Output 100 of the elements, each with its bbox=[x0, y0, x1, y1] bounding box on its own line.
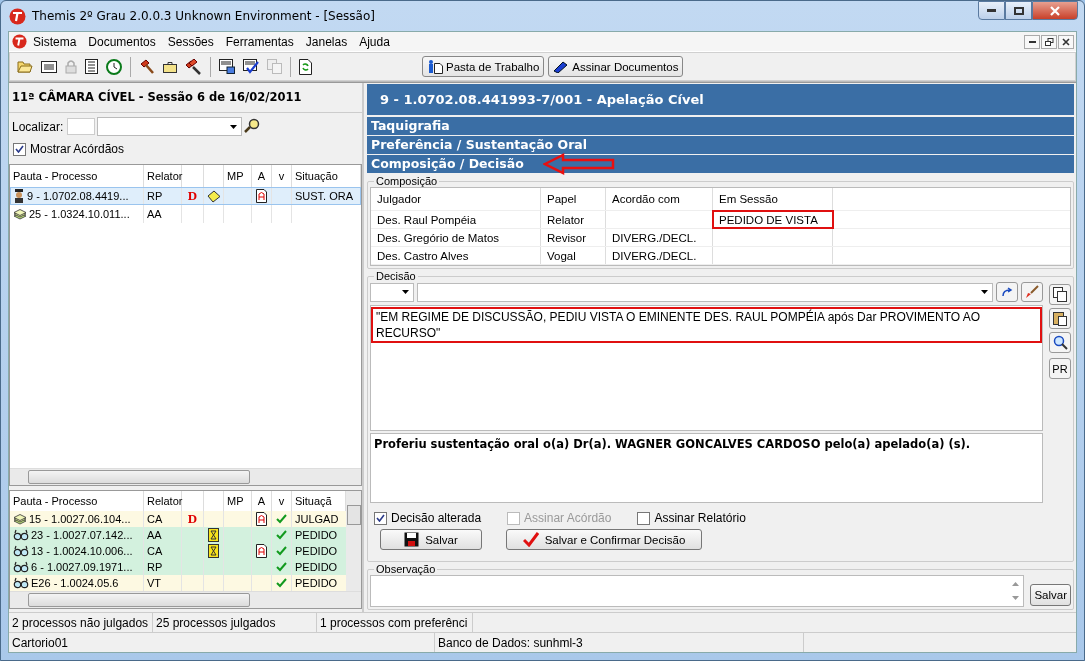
table-cell: DIVERG./DECL. bbox=[612, 231, 697, 244]
table-cell: E26 - 1.0024.05.6 bbox=[31, 577, 119, 589]
table-cell: VT bbox=[147, 577, 162, 589]
table-cell: Relator bbox=[547, 213, 585, 226]
table-cell: PEDIDO DE VISTA bbox=[719, 213, 818, 226]
workfolder-button[interactable]: Pasta de Trabalho bbox=[422, 56, 545, 77]
briefcase-icon[interactable] bbox=[163, 60, 177, 73]
close-button[interactable] bbox=[1058, 34, 1074, 49]
menu-item[interactable]: Documentos bbox=[82, 34, 162, 49]
horizontal-scrollbar[interactable] bbox=[10, 468, 361, 485]
magnifier-icon bbox=[1052, 335, 1068, 350]
menu-item[interactable]: Ajuda bbox=[353, 34, 396, 49]
horizontal-scrollbar[interactable] bbox=[10, 591, 361, 608]
paste-icon bbox=[1053, 311, 1067, 326]
close-icon bbox=[1062, 37, 1070, 46]
refresh-document-icon[interactable] bbox=[299, 58, 312, 75]
column-header[interactable]: Acordão com bbox=[606, 188, 713, 210]
menu-item[interactable]: Ferramentas bbox=[219, 34, 300, 49]
pen-icon bbox=[553, 60, 570, 73]
column-header[interactable]: Papel bbox=[541, 188, 606, 210]
table-cell: RP bbox=[147, 561, 163, 573]
table-row[interactable]: 15 - 1.0027.06.104... CA D JULGAD bbox=[10, 511, 346, 527]
restore-icon bbox=[1044, 37, 1054, 46]
annotation-arrow bbox=[543, 153, 615, 175]
menu-item[interactable]: Sessões bbox=[161, 34, 220, 49]
section-header[interactable]: Composição / Decisão bbox=[367, 155, 1074, 173]
table-cell: RP bbox=[147, 190, 163, 202]
table-row[interactable]: E26 - 1.0024.05.6 VT PEDIDO bbox=[10, 575, 346, 591]
column-header[interactable]: Julgador bbox=[371, 188, 541, 210]
checkbox[interactable] bbox=[374, 511, 387, 525]
search-icon[interactable] bbox=[244, 118, 262, 135]
dropdown-caret-icon bbox=[230, 124, 238, 129]
minimize-icon bbox=[1028, 40, 1036, 43]
table-row[interactable]: 6 - 1.0027.09.1971... RP PEDIDO bbox=[10, 559, 346, 575]
glasses-icon bbox=[13, 545, 29, 557]
checkbox-label: Decisão alterada bbox=[391, 511, 482, 525]
save-button[interactable]: Salvar bbox=[1030, 584, 1071, 606]
d-mark: D bbox=[187, 511, 198, 527]
folder-icon[interactable] bbox=[17, 59, 33, 74]
copy-icon bbox=[1053, 287, 1067, 302]
search-prefix-field[interactable] bbox=[67, 118, 96, 135]
maximize-icon bbox=[1013, 6, 1024, 15]
clock-icon[interactable] bbox=[106, 58, 122, 75]
checklist-icon[interactable] bbox=[243, 58, 259, 75]
copy-button[interactable] bbox=[1049, 284, 1071, 305]
table-row[interactable]: 23 - 1.0027.07.142... AA PEDIDO bbox=[10, 527, 346, 543]
list-icon[interactable] bbox=[85, 59, 98, 74]
calendar-window-icon[interactable] bbox=[219, 59, 235, 74]
menu-item[interactable]: Janelas bbox=[299, 34, 354, 49]
table-cell: 25 - 1.0324.10.011... bbox=[29, 208, 130, 220]
confirm-button[interactable]: Salvar e Confirmar Decisão bbox=[506, 529, 702, 550]
redo-button[interactable] bbox=[996, 282, 1018, 302]
table-row[interactable]: 9 - 1.0702.08.4419... RP D SUST. ORA bbox=[10, 187, 361, 205]
table-cell: Revisor bbox=[547, 231, 586, 244]
status-text: Cartorio01 bbox=[9, 633, 435, 652]
process-header: 9 - 1.0702.08.441993-7/001 - Apelação Cível bbox=[367, 84, 1074, 115]
brush-button[interactable] bbox=[1021, 282, 1043, 302]
table-cell: 6 - 1.0027.09.1971... bbox=[31, 561, 133, 573]
table-cell: 9 - 1.0702.08.4419... bbox=[27, 190, 129, 202]
minimize-icon bbox=[987, 9, 996, 12]
card-icon[interactable] bbox=[41, 60, 57, 73]
restore-button[interactable] bbox=[1041, 34, 1057, 49]
table-cell: Des. Raul Pompéia bbox=[377, 213, 477, 226]
redo-icon bbox=[1001, 287, 1013, 297]
observation-field[interactable] bbox=[370, 575, 1025, 607]
table-cell: 23 - 1.0027.07.142... bbox=[31, 529, 133, 541]
section-header[interactable]: Taquigrafia bbox=[367, 117, 1074, 135]
gavel-icon[interactable] bbox=[139, 58, 155, 75]
pr-button[interactable]: PR bbox=[1049, 358, 1071, 379]
gavels-icon[interactable] bbox=[185, 58, 202, 75]
table-row[interactable]: 13 - 1.0024.10.006... CA PEDIDO bbox=[10, 543, 346, 559]
table-cell: 15 - 1.0027.06.104... bbox=[29, 513, 131, 525]
table-cell: Vogal bbox=[547, 249, 576, 262]
table-cell: PEDIDO bbox=[295, 529, 338, 541]
menu-item[interactable]: Sistema bbox=[27, 34, 83, 49]
vertical-scrollbar[interactable] bbox=[346, 491, 361, 591]
sign-documents-button[interactable]: Assinar Documentos bbox=[548, 56, 684, 77]
papers-stack-icon bbox=[13, 208, 27, 220]
minimize-button[interactable] bbox=[1024, 34, 1040, 49]
table-cell: DIVERG./DECL. bbox=[612, 249, 697, 262]
oral-argument-text: Proferiu sustentação oral o(a) Dr(a). WAGNER GONCALVES CARDOSO pelo(a) apelado(a) (s). bbox=[370, 433, 1043, 503]
papers-stack-icon bbox=[13, 513, 27, 525]
save-button[interactable]: Salvar bbox=[380, 529, 482, 550]
search-label: Localizar: bbox=[12, 119, 64, 134]
paste-button[interactable] bbox=[1049, 308, 1071, 329]
checkbox[interactable] bbox=[637, 511, 651, 525]
minimize-button[interactable] bbox=[978, 1, 1005, 20]
brush-icon bbox=[1025, 285, 1039, 299]
table-cell: CA bbox=[147, 545, 163, 557]
zoom-button[interactable] bbox=[1049, 332, 1071, 353]
group-title: Decisão bbox=[375, 270, 417, 282]
spin-arrows-icon bbox=[1012, 581, 1020, 601]
maximize-button[interactable] bbox=[1005, 1, 1032, 20]
table-cell: Des. Gregório de Matos bbox=[377, 231, 500, 244]
checkbox[interactable] bbox=[13, 142, 26, 156]
checkbox-label: Assinar Acórdão bbox=[524, 511, 612, 525]
glasses-icon bbox=[13, 561, 29, 573]
section-header[interactable]: Preferência / Sustentação Oral bbox=[367, 136, 1074, 154]
column-header[interactable]: Em Sessão bbox=[713, 188, 833, 210]
close-icon bbox=[1050, 5, 1060, 16]
